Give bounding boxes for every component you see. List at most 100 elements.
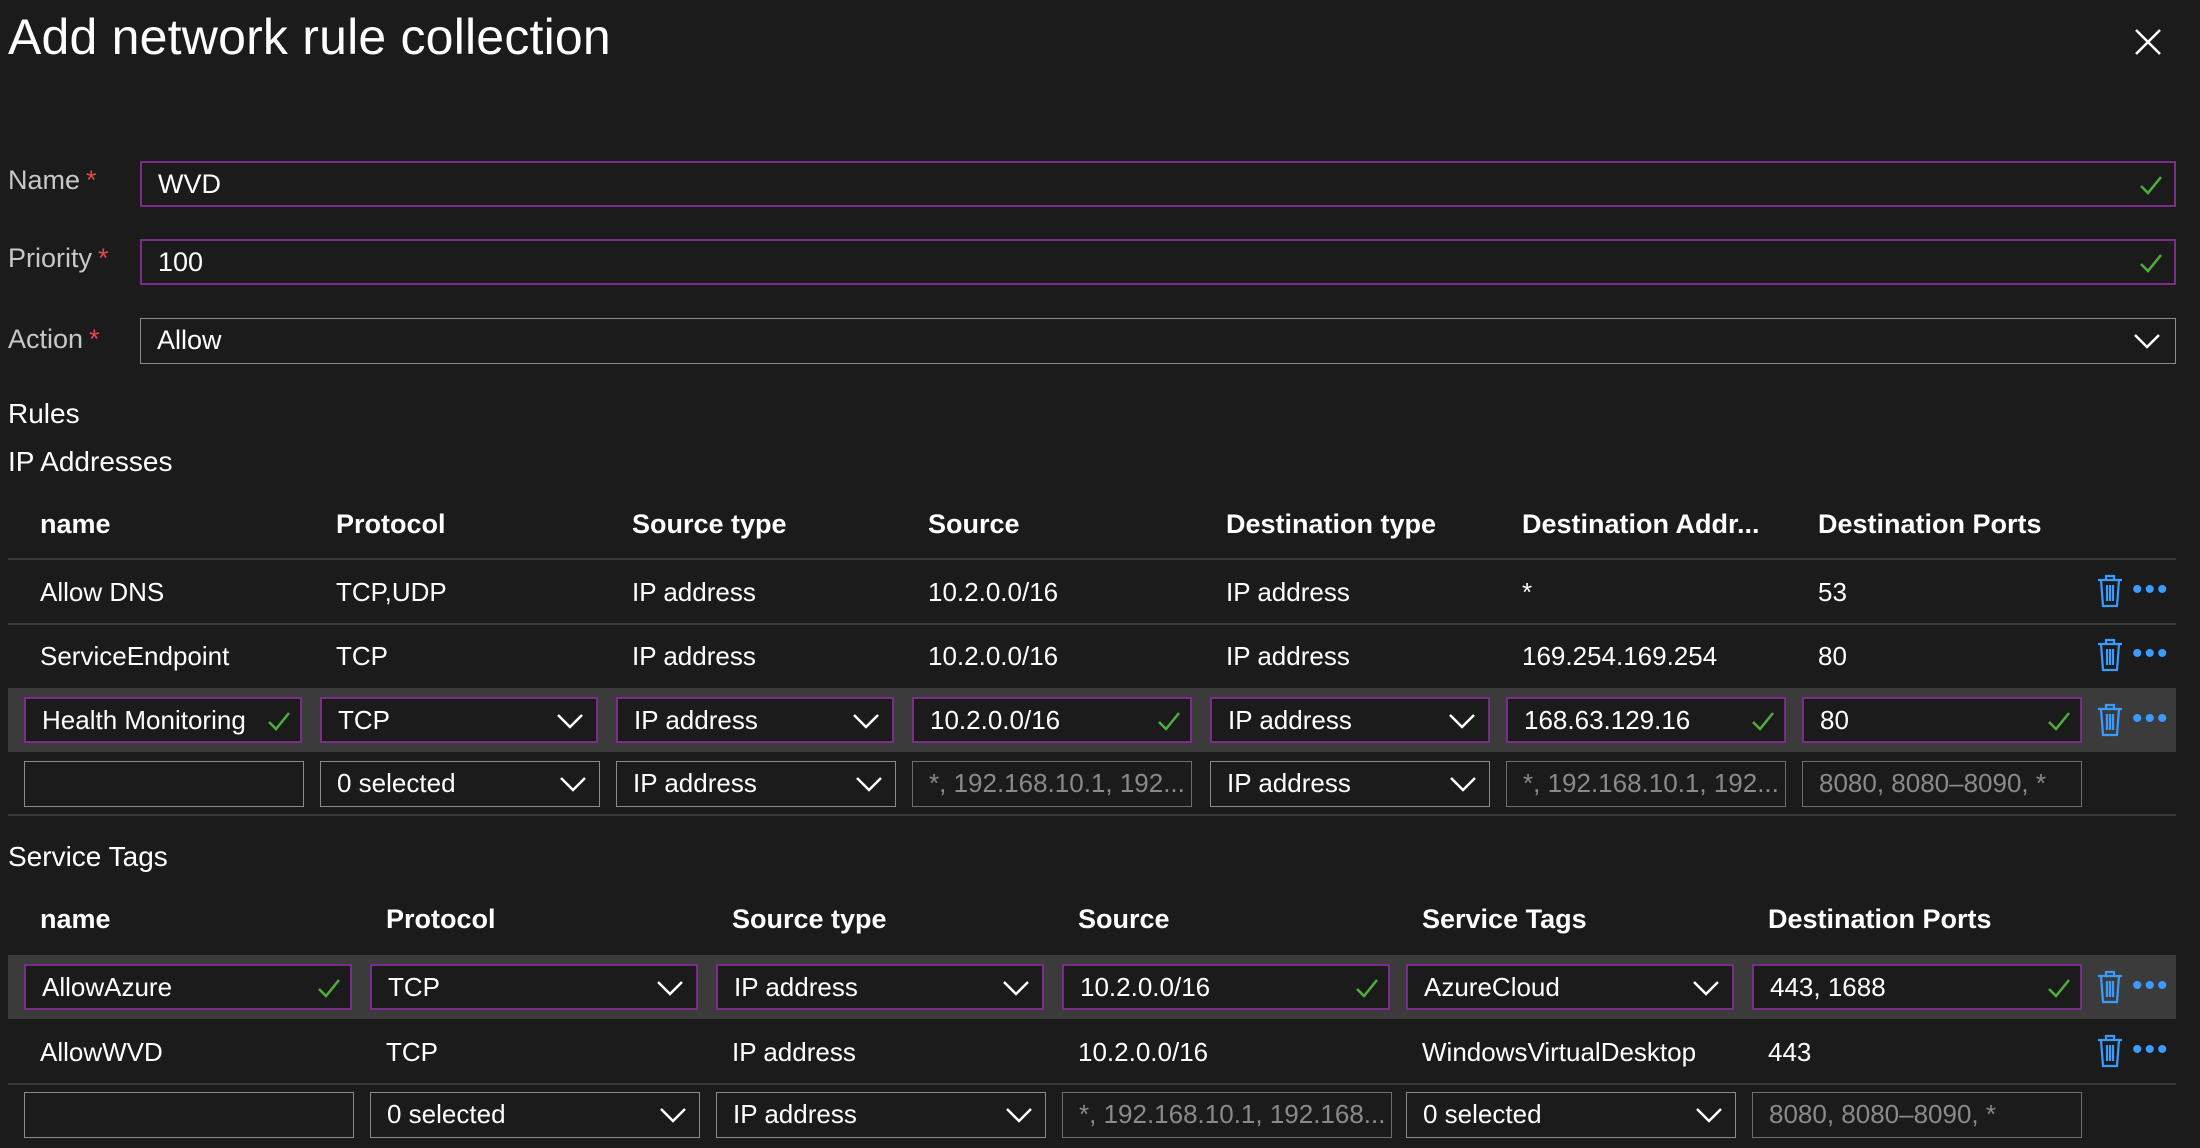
trash-icon[interactable] xyxy=(2095,574,2125,608)
cell-source-type: IP address xyxy=(732,1037,856,1067)
cell-source: 10.2.0.0/16 xyxy=(928,577,1059,607)
destination-ports-input[interactable]: 80 xyxy=(1802,697,2082,743)
new-protocol-dropdown[interactable]: 0 selected xyxy=(320,761,600,807)
priority-value: 100 xyxy=(158,247,204,277)
new-destination-ports-input[interactable]: 8080, 8080–8090, * xyxy=(1752,1092,2082,1138)
protocol-dropdown[interactable]: TCP xyxy=(320,697,598,743)
source-input[interactable]: 10.2.0.0/16 xyxy=(1062,964,1390,1010)
checkmark-icon xyxy=(1752,712,1774,731)
cell-source: 10.2.0.0/16 xyxy=(1078,1037,1209,1067)
col-source: Source xyxy=(928,509,1020,539)
more-icon[interactable]: ••• xyxy=(2132,639,2170,669)
close-icon[interactable] xyxy=(2128,22,2168,62)
chevron-down-icon xyxy=(1693,981,1719,996)
cell-destination-ports: 80 xyxy=(1818,641,1847,671)
trash-icon[interactable] xyxy=(2095,1034,2125,1068)
destination-address-input[interactable]: 168.63.129.16 xyxy=(1506,697,1786,743)
col-protocol: Protocol xyxy=(386,904,496,934)
chevron-down-icon xyxy=(1003,981,1029,996)
chevron-down-icon xyxy=(657,981,683,996)
checkmark-icon xyxy=(2048,712,2070,731)
col-destination-ports: Destination Ports xyxy=(1768,904,1992,934)
chevron-down-icon xyxy=(856,777,882,792)
chevron-down-icon xyxy=(1006,1108,1032,1123)
trash-icon[interactable] xyxy=(2095,970,2125,1004)
dropdown-value: IP address xyxy=(633,768,757,798)
more-icon[interactable]: ••• xyxy=(2132,575,2170,605)
col-name: name xyxy=(40,904,111,934)
more-icon[interactable]: ••• xyxy=(2132,971,2170,1001)
panel-title: Add network rule collection xyxy=(8,9,611,65)
service-tags-dropdown[interactable]: AzureCloud xyxy=(1406,964,1734,1010)
name-input[interactable]: WVD xyxy=(140,161,2176,207)
placeholder-text: *, 192.168.10.1, 192.168... xyxy=(1079,1099,1386,1129)
destination-type-dropdown[interactable]: IP address xyxy=(1210,697,1490,743)
trash-icon[interactable] xyxy=(2095,703,2125,737)
new-source-input[interactable]: *, 192.168.10.1, 192... xyxy=(912,761,1192,807)
required-marker: * xyxy=(98,243,109,273)
input-value: 168.63.129.16 xyxy=(1524,705,1691,735)
input-value: 443, 1688 xyxy=(1770,972,1886,1002)
protocol-dropdown[interactable]: TCP xyxy=(370,964,698,1010)
priority-input[interactable]: 100 xyxy=(140,239,2176,285)
new-destination-address-input[interactable]: *, 192.168.10.1, 192... xyxy=(1506,761,1786,807)
cell-destination-address: * xyxy=(1522,577,1533,607)
action-value: Allow xyxy=(157,325,222,355)
rule-name-input[interactable]: AllowAzure xyxy=(24,964,352,1010)
chevron-down-icon xyxy=(560,777,586,792)
cell-source: 10.2.0.0/16 xyxy=(928,641,1059,671)
placeholder-text: 8080, 8080–8090, * xyxy=(1769,1099,1996,1129)
source-input[interactable]: 10.2.0.0/16 xyxy=(912,697,1192,743)
checkmark-icon xyxy=(2048,979,2070,998)
destination-ports-input[interactable]: 443, 1688 xyxy=(1752,964,2082,1010)
divider xyxy=(8,558,2176,560)
dropdown-value: IP address xyxy=(634,705,758,735)
cell-destination-type: IP address xyxy=(1226,641,1350,671)
required-marker: * xyxy=(89,324,100,354)
rules-heading: Rules xyxy=(8,398,80,429)
source-type-dropdown[interactable]: IP address xyxy=(716,964,1044,1010)
cell-source-type: IP address xyxy=(632,641,756,671)
new-rule-name-input[interactable] xyxy=(24,761,304,807)
input-value: AllowAzure xyxy=(42,972,173,1002)
input-value: Health Monitoring xyxy=(42,705,246,735)
chevron-down-icon xyxy=(853,714,879,729)
chevron-down-icon xyxy=(1696,1108,1722,1123)
new-rule-name-input[interactable] xyxy=(24,1092,354,1138)
dropdown-value: 0 selected xyxy=(1423,1099,1542,1129)
dropdown-value: IP address xyxy=(1228,705,1352,735)
placeholder-text: *, 192.168.10.1, 192... xyxy=(929,768,1185,798)
trash-icon[interactable] xyxy=(2095,638,2125,672)
dropdown-value: IP address xyxy=(733,1099,857,1129)
col-destination-address: Destination Addr... xyxy=(1522,509,1760,539)
input-value: 10.2.0.0/16 xyxy=(1080,972,1211,1002)
ip-addresses-heading: IP Addresses xyxy=(8,446,173,477)
divider xyxy=(8,814,2176,816)
cell-destination-ports: 53 xyxy=(1818,577,1847,607)
col-service-tags: Service Tags xyxy=(1422,904,1587,934)
more-icon[interactable]: ••• xyxy=(2132,704,2170,734)
new-protocol-dropdown[interactable]: 0 selected xyxy=(370,1092,700,1138)
rule-name-input[interactable]: Health Monitoring xyxy=(24,697,302,743)
cell-protocol: TCP xyxy=(386,1037,438,1067)
chevron-down-icon xyxy=(660,1108,686,1123)
action-dropdown[interactable]: Allow xyxy=(140,318,2176,364)
divider xyxy=(8,1083,2176,1085)
col-name: name xyxy=(40,509,111,539)
cell-protocol: TCP,UDP xyxy=(336,577,447,607)
name-label: Name * xyxy=(8,165,97,195)
more-icon[interactable]: ••• xyxy=(2132,1035,2170,1065)
new-source-type-dropdown[interactable]: IP address xyxy=(716,1092,1046,1138)
cell-service-tags: WindowsVirtualDesktop xyxy=(1422,1037,1697,1067)
checkmark-icon xyxy=(2140,254,2162,273)
source-type-dropdown[interactable]: IP address xyxy=(616,697,894,743)
new-source-input[interactable]: *, 192.168.10.1, 192.168... xyxy=(1062,1092,1392,1138)
new-destination-type-dropdown[interactable]: IP address xyxy=(1210,761,1490,807)
new-service-tags-dropdown[interactable]: 0 selected xyxy=(1406,1092,1736,1138)
new-destination-ports-input[interactable]: 8080, 8080–8090, * xyxy=(1802,761,2082,807)
required-marker: * xyxy=(86,165,97,195)
new-source-type-dropdown[interactable]: IP address xyxy=(616,761,896,807)
chevron-down-icon xyxy=(1450,777,1476,792)
dropdown-value: TCP xyxy=(388,972,440,1002)
action-label: Action * xyxy=(8,324,100,354)
